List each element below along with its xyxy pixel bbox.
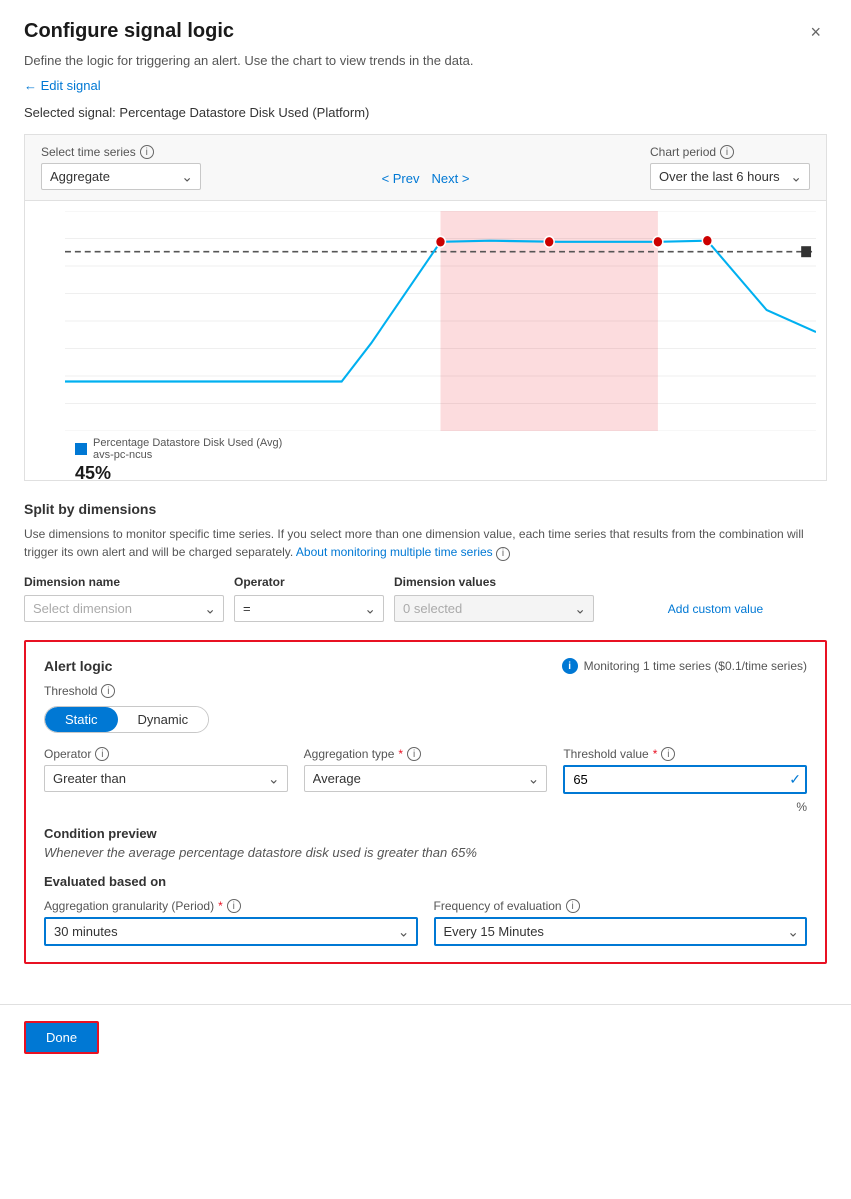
chart-svg: 80% 70% 60% 50% 40% 30% 20% 10% 0% — [65, 211, 816, 431]
dim-headers: Dimension name Operator Dimension values — [24, 575, 827, 589]
time-series-label: Select time series i — [41, 145, 201, 159]
monitoring-link[interactable]: About monitoring multiple time series — [296, 545, 493, 559]
subtitle: Define the logic for triggering an alert… — [24, 53, 827, 68]
operator-group: Operator i Greater than — [44, 747, 288, 814]
threshold-check-icon: ✓ — [789, 771, 801, 788]
evaluated-title: Evaluated based on — [44, 874, 807, 889]
agg-granularity-label: Aggregation granularity (Period) * i — [44, 899, 418, 913]
agg-type-wrapper: Average — [304, 765, 548, 792]
monitoring-info-icon: i — [496, 547, 510, 561]
static-toggle-button[interactable]: Static — [45, 707, 118, 732]
alert-logic-title: Alert logic — [44, 658, 112, 674]
dim-col-name: Dimension name — [24, 575, 224, 589]
dim-row: Select dimension = 0 selected Add custom… — [24, 595, 827, 622]
chart-container: 80% 70% 60% 50% 40% 30% 20% 10% 0% — [25, 211, 826, 431]
footer-bar: Done — [0, 1004, 851, 1070]
condition-preview-text: Whenever the average percentage datastor… — [44, 845, 807, 860]
selected-signal-label: Selected signal: Percentage Datastore Di… — [24, 105, 827, 120]
chart-period-select-wrapper: Over the last 6 hours — [650, 163, 810, 190]
chart-period-info-icon: i — [720, 145, 734, 159]
condition-preview-title: Condition preview — [44, 826, 807, 841]
monitoring-info: i Monitoring 1 time series ($0.1/time se… — [562, 658, 807, 674]
dim-col-operator: Operator — [234, 575, 384, 589]
operator-wrapper: = — [234, 595, 384, 622]
evaluated-based-on: Evaluated based on Aggregation granulari… — [44, 874, 807, 946]
close-button[interactable]: × — [804, 20, 827, 45]
chart-period-group: Chart period i Over the last 6 hours — [650, 145, 810, 190]
threshold-value-label: Threshold value * i — [563, 747, 807, 761]
threshold-info-icon: i — [101, 684, 115, 698]
agg-granularity-group: Aggregation granularity (Period) * i 30 … — [44, 899, 418, 946]
frequency-label: Frequency of evaluation i — [434, 899, 808, 913]
frequency-wrapper: Every 15 Minutes — [434, 917, 808, 946]
operator-label: Operator i — [44, 747, 288, 761]
operator-field-wrapper: Greater than — [44, 765, 288, 792]
condition-preview: Condition preview Whenever the average p… — [44, 826, 807, 860]
evaluated-form-row: Aggregation granularity (Period) * i 30 … — [44, 899, 807, 946]
agg-type-info-icon: i — [407, 747, 421, 761]
split-dimensions-title: Split by dimensions — [24, 501, 827, 517]
legend-item: Percentage Datastore Disk Used (Avg) avs… — [75, 437, 812, 461]
chart-period-select[interactable]: Over the last 6 hours — [650, 163, 810, 190]
time-series-info-icon: i — [140, 145, 154, 159]
agg-granularity-select[interactable]: 30 minutes — [44, 917, 418, 946]
split-dimensions-desc: Use dimensions to monitor specific time … — [24, 525, 827, 561]
prev-button[interactable]: < Prev — [382, 171, 420, 186]
time-series-select[interactable]: Aggregate — [41, 163, 201, 190]
operator-field-info-icon: i — [95, 747, 109, 761]
chart-area: 80% 70% 60% 50% 40% 30% 20% 10% 0% — [24, 201, 827, 481]
legend-text: Percentage Datastore Disk Used (Avg) avs… — [93, 437, 282, 461]
dimension-values-wrapper: 0 selected — [394, 595, 594, 622]
agg-type-select[interactable]: Average — [304, 765, 548, 792]
legend-color — [75, 443, 87, 455]
add-custom-value-button[interactable]: Add custom value — [604, 602, 827, 616]
threshold-value-group: Threshold value * i ✓ % — [563, 747, 807, 814]
edit-signal-link[interactable]: ← Edit signal — [24, 78, 101, 93]
threshold-value-info-icon: i — [661, 747, 675, 761]
threshold-value-input[interactable] — [563, 765, 807, 794]
dimension-values-select[interactable]: 0 selected — [394, 595, 594, 622]
frequency-group: Frequency of evaluation i Every 15 Minut… — [434, 899, 808, 946]
agg-type-label: Aggregation type * i — [304, 747, 548, 761]
chart-controls: Select time series i Aggregate < Prev Ne… — [24, 134, 827, 201]
threshold-label: Threshold i — [44, 684, 807, 698]
threshold-value-input-wrapper: ✓ — [563, 765, 807, 794]
time-series-select-wrapper: Aggregate — [41, 163, 201, 190]
monitoring-info-icon-blue: i — [562, 658, 578, 674]
done-button[interactable]: Done — [24, 1021, 99, 1054]
agg-granularity-info-icon: i — [227, 899, 241, 913]
agg-type-group: Aggregation type * i Average — [304, 747, 548, 814]
frequency-select[interactable]: Every 15 Minutes — [434, 917, 808, 946]
threshold-unit-label: % — [563, 800, 807, 814]
next-button[interactable]: Next > — [432, 171, 470, 186]
panel-title: Configure signal logic — [24, 20, 234, 43]
dimension-name-select[interactable]: Select dimension — [24, 595, 224, 622]
frequency-info-icon: i — [566, 899, 580, 913]
chart-period-label: Chart period i — [650, 145, 810, 159]
dynamic-toggle-button[interactable]: Dynamic — [118, 707, 209, 732]
chart-legend: Percentage Datastore Disk Used (Avg) avs… — [25, 431, 826, 492]
split-by-dimensions-section: Split by dimensions Use dimensions to mo… — [24, 501, 827, 622]
alert-form-row: Operator i Greater than Aggregation type… — [44, 747, 807, 814]
threshold-toggle-group: Static Dynamic — [44, 706, 209, 733]
operator-field-select[interactable]: Greater than — [44, 765, 288, 792]
operator-select[interactable]: = — [234, 595, 384, 622]
chart-nav: < Prev Next > — [382, 171, 470, 190]
alert-logic-header: Alert logic i Monitoring 1 time series (… — [44, 658, 807, 674]
time-series-group: Select time series i Aggregate — [41, 145, 201, 190]
alert-logic-box: Alert logic i Monitoring 1 time series (… — [24, 640, 827, 964]
legend-value: 45% — [75, 463, 812, 484]
dimension-name-wrapper: Select dimension — [24, 595, 224, 622]
agg-granularity-wrapper: 30 minutes — [44, 917, 418, 946]
dim-col-values: Dimension values — [394, 575, 594, 589]
